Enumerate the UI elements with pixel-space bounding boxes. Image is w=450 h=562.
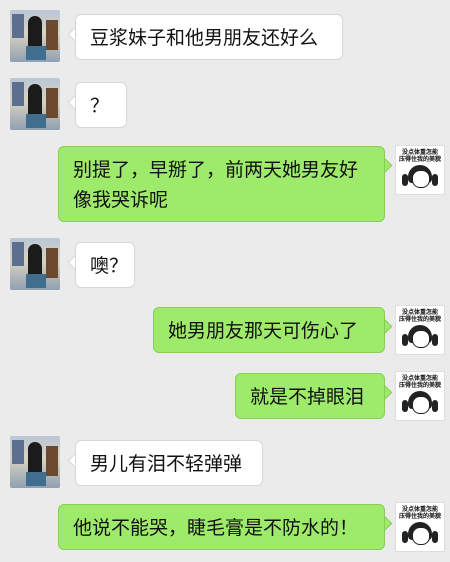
my-avatar[interactable]: 没点体重怎能 压得住我的美貌 (395, 502, 445, 552)
message-text: 豆浆妹子和他男朋友还好么 (90, 27, 319, 49)
message-bubble-incoming[interactable]: 豆浆妹子和他男朋友还好么 (75, 14, 343, 60)
message-bubble-outgoing[interactable]: 别提了，早掰了，前两天她男友好像我哭诉呢 (58, 146, 385, 222)
message-bubble-outgoing[interactable]: 就是不掉眼泪 (235, 373, 385, 419)
message-bubble-outgoing[interactable]: 她男朋友那天可伤心了 (153, 307, 385, 353)
message-bubble-incoming[interactable]: 男儿有泪不轻弹弹 (75, 440, 263, 486)
message-bubble-outgoing[interactable]: 他说不能哭，睫毛膏是不防水的！ (58, 504, 385, 550)
message-text: 就是不掉眼泪 (250, 386, 365, 408)
friend-avatar[interactable] (10, 78, 60, 130)
chat-thread[interactable]: 豆浆妹子和他男朋友还好么 ？ 别提了，早掰了，前两天她男友好像我哭诉呢 没点体重… (0, 0, 450, 562)
message-text: 男儿有泪不轻弹弹 (90, 453, 243, 475)
my-avatar[interactable]: 没点体重怎能 压得住我的美貌 (395, 145, 445, 195)
friend-avatar[interactable] (10, 238, 60, 290)
my-avatar[interactable]: 没点体重怎能 压得住我的美貌 (395, 371, 445, 421)
message-bubble-incoming[interactable]: ？ (75, 82, 127, 128)
message-text: ？ (90, 95, 110, 117)
message-text: 他说不能哭，睫毛膏是不防水的！ (73, 517, 359, 539)
message-text: 噢？ (90, 255, 129, 277)
message-bubble-incoming[interactable]: 噢？ (75, 242, 135, 288)
friend-avatar[interactable] (10, 436, 60, 488)
message-text: 别提了，早掰了，前两天她男友好像我哭诉呢 (73, 159, 359, 211)
my-avatar[interactable]: 没点体重怎能 压得住我的美貌 (395, 305, 445, 355)
message-text: 她男朋友那天可伤心了 (168, 320, 359, 342)
friend-avatar[interactable] (10, 10, 60, 62)
